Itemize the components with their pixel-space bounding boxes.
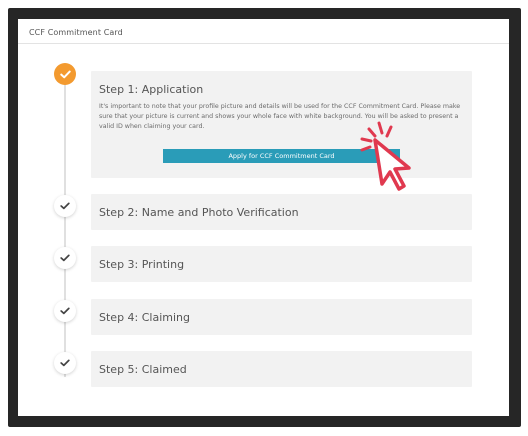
step-5-claimed: Step 5: Claimed	[91, 351, 472, 387]
check-icon	[60, 307, 70, 315]
step-3-marker	[54, 247, 76, 269]
step-2-marker	[54, 195, 76, 217]
card-title: CCF Commitment Card	[29, 28, 123, 37]
step-2-title: Step 2: Name and Photo Verification	[99, 206, 299, 219]
commitment-card-panel: CCF Commitment Card Step 1: Application …	[18, 19, 509, 416]
step-4-marker	[54, 300, 76, 322]
step-1-title: Step 1: Application	[99, 83, 204, 96]
check-icon	[60, 254, 70, 262]
timeline-line	[64, 79, 66, 377]
step-4-title: Step 4: Claiming	[99, 311, 191, 324]
step-2-verification: Step 2: Name and Photo Verification	[91, 194, 472, 230]
step-3-printing: Step 3: Printing	[91, 246, 472, 282]
step-5-title: Step 5: Claimed	[99, 363, 187, 376]
check-icon	[59, 70, 71, 78]
step-3-title: Step 3: Printing	[99, 258, 185, 271]
step-5-marker	[54, 352, 76, 374]
step-1-marker	[54, 63, 76, 85]
card-divider	[18, 43, 509, 44]
check-icon	[60, 202, 70, 210]
apply-commitment-card-button[interactable]: Apply for CCF Commitment Card	[163, 149, 400, 163]
check-icon	[60, 359, 70, 367]
step-4-claiming: Step 4: Claiming	[91, 299, 472, 335]
step-1-description: It's important to note that your profile…	[99, 103, 461, 130]
step-1-application: Step 1: Application It's important to no…	[91, 71, 472, 178]
